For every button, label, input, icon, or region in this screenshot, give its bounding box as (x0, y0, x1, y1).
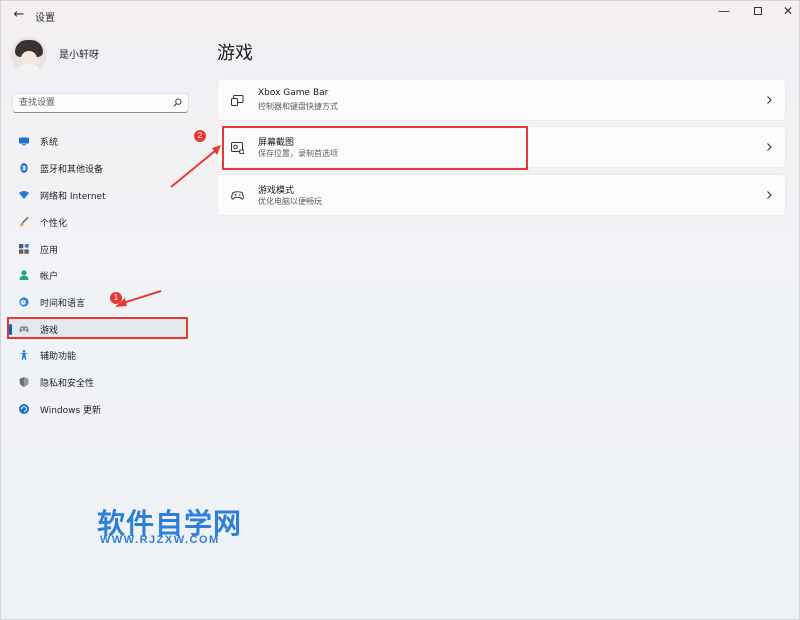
sidebar-item-label: 时间和语言 (40, 299, 86, 309)
sidebar-item-label: 应用 (40, 246, 59, 256)
brush-icon (20, 217, 29, 227)
step-badge-2: 2 (194, 130, 206, 142)
step-badge-1: 1 (110, 292, 122, 304)
highlight-box-gaming (7, 317, 188, 339)
sidebar-item-network[interactable]: 网络和 Internet (9, 184, 187, 206)
watermark-url: WWW.RJZXW.COM (100, 534, 220, 546)
sidebar-item-label: Windows 更新 (40, 406, 102, 416)
search-input[interactable] (13, 94, 168, 112)
card-subtitle: 控制器和键盘快捷方式 (258, 102, 338, 111)
user-name: 是小轩呀 (59, 50, 99, 61)
card-title: Xbox Game Bar (258, 88, 329, 98)
sidebar-item-time-language[interactable]: 时间和语言 (9, 291, 187, 313)
sidebar-item-accessibility[interactable]: 辅助功能 (9, 344, 187, 366)
wifi-icon (19, 191, 29, 199)
search-box[interactable] (12, 93, 189, 113)
apps-icon (19, 244, 29, 254)
sidebar-item-apps[interactable]: 应用 (9, 238, 187, 260)
minimize-icon: — (718, 4, 730, 18)
back-arrow-icon: ← (13, 7, 25, 22)
sidebar-item-accounts[interactable]: 帐户 (9, 264, 187, 286)
back-button[interactable]: ← (9, 5, 29, 25)
avatar[interactable] (11, 37, 47, 73)
minimize-button[interactable]: — (707, 1, 741, 25)
chevron-right-icon (767, 191, 772, 199)
game-mode-icon (231, 191, 244, 200)
update-icon (19, 404, 29, 414)
sidebar-item-privacy[interactable]: 隐私和安全性 (9, 371, 187, 393)
sidebar-item-bluetooth[interactable]: 蓝牙和其他设备 (9, 157, 187, 179)
card-subtitle: 优化电脑以便畅玩 (258, 197, 322, 206)
title-bar: ← 设置 — ✕ (1, 1, 800, 29)
card-xbox-game-bar[interactable]: Xbox Game Bar 控制器和键盘快捷方式 (217, 79, 786, 121)
globe-clock-icon (19, 297, 29, 307)
game-bar-icon (231, 95, 244, 106)
app-title: 设置 (35, 13, 55, 24)
close-button[interactable]: ✕ (771, 1, 800, 25)
system-icon (19, 137, 29, 146)
sidebar-item-label: 系统 (40, 138, 59, 148)
account-icon (19, 270, 29, 280)
sidebar-item-label: 帐户 (40, 272, 59, 282)
sidebar-item-label: 隐私和安全性 (40, 379, 95, 389)
maximize-button[interactable] (741, 1, 775, 25)
sidebar-item-label: 蓝牙和其他设备 (40, 165, 104, 175)
sidebar-item-label: 个性化 (40, 219, 68, 229)
settings-window: ← 设置 — ✕ 是小轩呀 系统 (0, 0, 800, 620)
search-icon[interactable] (173, 98, 182, 107)
sidebar-item-personalization[interactable]: 个性化 (9, 211, 187, 233)
sidebar-item-windows-update[interactable]: Windows 更新 (9, 398, 187, 420)
maximize-icon (754, 6, 762, 15)
chevron-right-icon (767, 143, 772, 151)
highlight-box-screen-capture (222, 126, 528, 170)
close-icon: ✕ (782, 4, 794, 18)
accessibility-icon (19, 350, 29, 360)
page-title: 游戏 (217, 43, 253, 64)
sidebar-item-system[interactable]: 系统 (9, 130, 187, 152)
chevron-right-icon (767, 96, 772, 104)
avatar-body (17, 64, 41, 73)
sidebar-item-label: 网络和 Internet (40, 192, 106, 202)
bluetooth-icon (20, 163, 28, 173)
sidebar-item-label: 辅助功能 (40, 352, 77, 362)
shield-icon (19, 377, 29, 387)
card-game-mode[interactable]: 游戏模式 优化电脑以便畅玩 (217, 174, 786, 216)
card-title: 游戏模式 (258, 186, 295, 196)
